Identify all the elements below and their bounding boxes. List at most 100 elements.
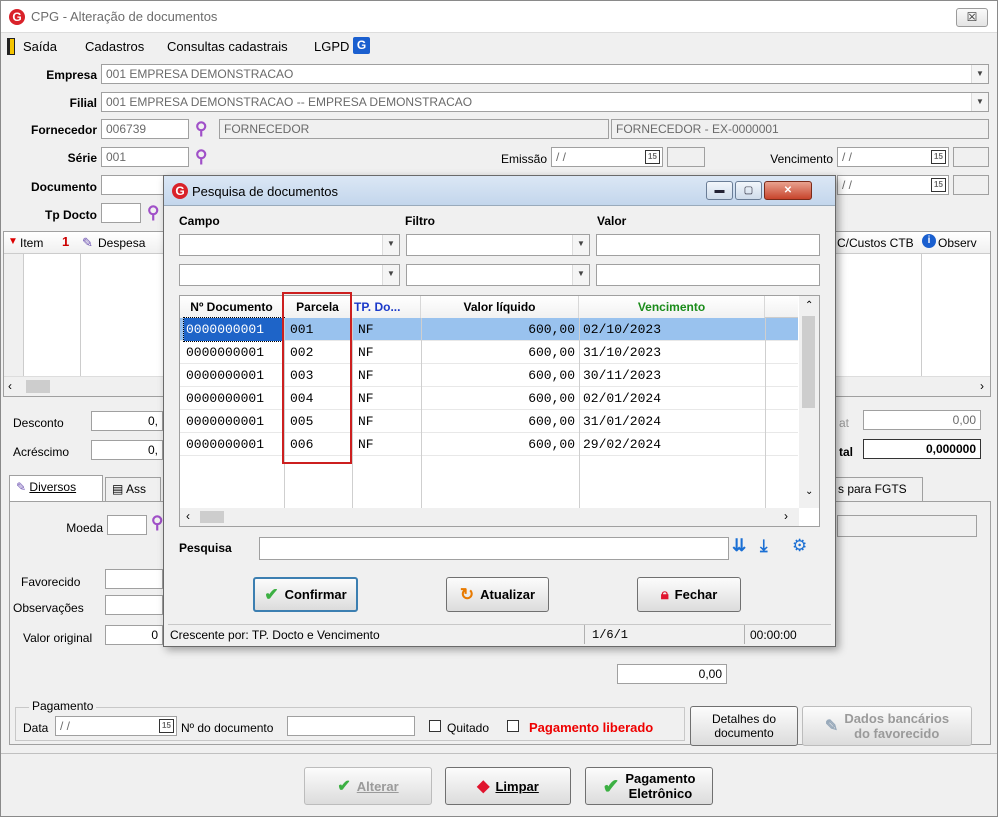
- dados-bancarios-button[interactable]: ✎ Dados bancários do favorecido: [802, 706, 972, 746]
- documento-date-input[interactable]: / /15: [837, 175, 949, 195]
- menu-consultas[interactable]: Consultas cadastrais: [167, 39, 288, 54]
- pesquisa-input[interactable]: [259, 537, 729, 560]
- scroll-up-icon[interactable]: ⌃: [805, 300, 813, 311]
- limpar-button[interactable]: ◆ Limpar: [445, 767, 571, 805]
- observacoes-input[interactable]: [105, 595, 163, 615]
- menu-saida[interactable]: Saída: [23, 39, 57, 54]
- chevron-down-icon: ▼: [572, 265, 589, 285]
- sort-down-icon: ▼: [8, 236, 18, 247]
- tab-assoc-icon: ▤: [112, 482, 124, 496]
- scroll-left-icon[interactable]: ‹: [186, 509, 190, 523]
- valor-original-input[interactable]: 0: [105, 625, 163, 645]
- campo-select-2[interactable]: ▼: [179, 264, 400, 286]
- scroll-left-icon[interactable]: ‹: [8, 379, 12, 393]
- desconto-input[interactable]: 0,: [91, 411, 163, 431]
- search-icon[interactable]: ⚲: [195, 119, 207, 139]
- fornecedor-code-input[interactable]: 006739: [101, 119, 189, 139]
- close-button[interactable]: ☒: [956, 8, 988, 27]
- dialog-close-button[interactable]: ✕: [764, 181, 812, 200]
- col-item[interactable]: Item: [20, 236, 43, 250]
- col-valor-liquido[interactable]: Valor líquido: [421, 296, 579, 318]
- valor-input-2[interactable]: [596, 264, 820, 286]
- calendar-icon[interactable]: 15: [931, 178, 946, 192]
- scroll-thumb[interactable]: [200, 511, 224, 523]
- calendar-icon[interactable]: 15: [931, 150, 946, 164]
- tab-diversos[interactable]: ✎ Diversos: [9, 475, 103, 502]
- desconto-label: Desconto: [13, 416, 64, 430]
- minimize-button[interactable]: ▬: [706, 181, 733, 200]
- vencimento-date-input[interactable]: / /15: [837, 147, 949, 167]
- search-icon[interactable]: ⚲: [195, 147, 207, 167]
- fechar-button[interactable]: 🔒︎ Fechar: [637, 577, 741, 612]
- vertical-scrollbar[interactable]: ⌃ ⌄: [799, 296, 819, 508]
- col-despesa[interactable]: Despesa: [98, 236, 145, 250]
- liberado-checkbox[interactable]: [507, 720, 519, 732]
- table-row[interactable]: 0000000001 002 NF 600,00 31/10/2023: [180, 341, 798, 364]
- confirmar-button[interactable]: ✔ Confirmar: [253, 577, 358, 612]
- acrescimo-label: Acréscimo: [13, 445, 70, 459]
- eraser-icon: ◆: [477, 778, 490, 795]
- table-row[interactable]: 0000000001 006 NF 600,00 29/02/2024: [180, 433, 798, 456]
- col-tpdocto[interactable]: TP. Do...: [352, 296, 421, 318]
- favorecido-label: Favorecido: [21, 575, 81, 589]
- documento-input[interactable]: [101, 175, 167, 195]
- campo-select-1[interactable]: ▼: [179, 234, 400, 256]
- emissao-date-input[interactable]: / /15: [551, 147, 663, 167]
- moeda-input[interactable]: [107, 515, 147, 535]
- filtro-select-2[interactable]: ▼: [406, 264, 590, 286]
- pagamento-eletronico-button[interactable]: ✔ Pagamento Eletrônico: [585, 767, 713, 805]
- table-row[interactable]: 0000000001 003 NF 600,00 30/11/2023: [180, 364, 798, 387]
- cell-documento: 0000000001: [186, 391, 265, 406]
- search-icon[interactable]: ⚲: [151, 513, 163, 533]
- scroll-thumb[interactable]: [26, 380, 50, 393]
- acrescimo-input[interactable]: 0,: [91, 440, 163, 460]
- serie-input[interactable]: 001: [101, 147, 189, 167]
- valor-input-1[interactable]: [596, 234, 820, 256]
- search-icon[interactable]: ⚲: [147, 203, 159, 223]
- quitado-checkbox[interactable]: [429, 720, 441, 732]
- calendar-icon[interactable]: 15: [645, 150, 660, 164]
- col-ccustos[interactable]: C/Custos CTB: [837, 236, 914, 250]
- atualizar-button[interactable]: ↻ Atualizar: [446, 577, 549, 612]
- chevron-down-bar-icon[interactable]: ⤓: [760, 536, 768, 556]
- calendar-icon[interactable]: 15: [159, 719, 174, 733]
- results-grid[interactable]: Nº Documento Parcela TP. Do... Valor líq…: [179, 292, 820, 527]
- maximize-button[interactable]: ▢: [735, 181, 762, 200]
- lgpd-g-icon[interactable]: G: [353, 37, 370, 54]
- ndoc-input[interactable]: [287, 716, 415, 736]
- alterar-button[interactable]: ✔ Alterar: [304, 767, 432, 805]
- tab-assoc[interactable]: ▤ Ass: [105, 477, 161, 502]
- scroll-right-icon[interactable]: ›: [980, 379, 984, 393]
- status-divider: [744, 625, 745, 644]
- cell-valor: 600,00: [528, 414, 575, 429]
- scroll-down-icon[interactable]: ⌄: [805, 486, 813, 497]
- double-chevron-down-icon[interactable]: ⇊: [732, 536, 746, 556]
- filial-select[interactable]: 001 EMPRESA DEMONSTRACAO -- EMPRESA DEMO…: [101, 92, 989, 112]
- menu-cadastros[interactable]: Cadastros: [85, 39, 144, 54]
- pagamento-data-input[interactable]: / /15: [55, 716, 177, 736]
- cell-valor: 600,00: [528, 345, 575, 360]
- scroll-thumb[interactable]: [802, 316, 815, 408]
- results-rows: 0000000001 001 NF 600,00 02/10/2023 000000000…: [180, 317, 798, 508]
- table-row[interactable]: 0000000001 001 NF 600,00 02/10/2023: [180, 317, 798, 342]
- detalhes-documento-button[interactable]: Detalhes do documento: [690, 706, 798, 746]
- scroll-right-icon[interactable]: ›: [784, 509, 788, 523]
- table-row[interactable]: 0000000001 005 NF 600,00 31/01/2024: [180, 410, 798, 433]
- status-time: 00:00:00: [750, 628, 797, 642]
- cell-valor: 600,00: [528, 437, 575, 452]
- col-observ[interactable]: Observ: [938, 236, 977, 250]
- filial-label: Filial: [69, 96, 97, 110]
- filtro-select-1[interactable]: ▼: [406, 234, 590, 256]
- favorecido-input[interactable]: [105, 569, 163, 589]
- tpdocto-input[interactable]: [101, 203, 141, 223]
- app-logo-icon: G: [9, 9, 25, 25]
- col-vencimento[interactable]: Vencimento: [579, 296, 765, 318]
- tab-fgts[interactable]: s para FGTS: [831, 477, 923, 502]
- menu-lgpd[interactable]: LGPD: [314, 39, 349, 54]
- emissao-label: Emissão: [500, 152, 547, 166]
- col-ndocumento[interactable]: Nº Documento: [180, 296, 284, 318]
- table-row[interactable]: 0000000001 004 NF 600,00 02/01/2024: [180, 387, 798, 410]
- gear-icon[interactable]: ⚙: [792, 536, 807, 556]
- horizontal-scrollbar[interactable]: ‹ ›: [180, 508, 799, 526]
- empresa-select[interactable]: 001 EMPRESA DEMONSTRACAO ▼: [101, 64, 989, 84]
